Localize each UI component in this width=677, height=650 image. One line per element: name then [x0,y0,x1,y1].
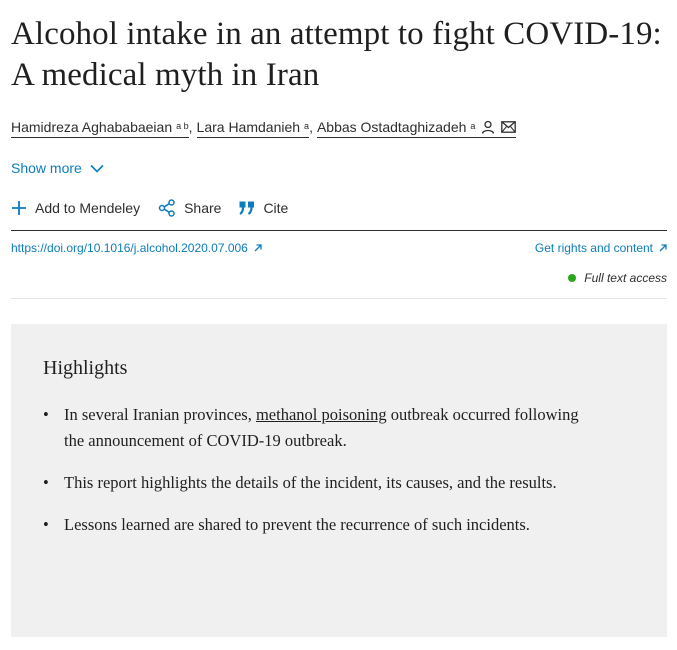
author-list: Hamidreza Aghababaeian a b , Lara Hamdan… [11,118,517,138]
article-actions: Add to Mendeley Share Cite [11,199,306,217]
doi-text: https://doi.org/10.1016/j.alcohol.2020.0… [11,241,248,255]
highlight-text: Lessons learned are shared to prevent th… [64,515,530,534]
quote-icon [239,201,255,215]
access-status: Full text access [568,271,667,285]
share-button[interactable]: Share [158,199,221,217]
external-arrow-icon [659,244,667,252]
highlight-text: This report highlights the details of th… [64,473,557,492]
author-affiliation: a [304,121,310,131]
methanol-poisoning-link[interactable]: methanol poisoning [256,405,387,424]
rights-link[interactable]: Get rights and content [535,241,667,255]
share-label: Share [184,200,222,216]
highlight-item: • In several Iranian provinces, methanol… [43,402,583,454]
author-separator: , [309,119,313,135]
chevron-down-icon [90,164,104,173]
divider [11,298,667,299]
highlights-list: • In several Iranian provinces, methanol… [43,402,583,554]
bullet: • [43,405,49,424]
article-title: Alcohol intake in an attempt to fight CO… [11,16,662,93]
author-link-1[interactable]: Hamidreza Aghababaeian a b [11,119,189,138]
highlight-item: • This report highlights the details of … [43,470,583,496]
author-link-3[interactable]: Abbas Ostadtaghizadeh a [316,118,517,138]
author-name: Lara Hamdanieh [196,119,301,135]
person-icon [481,120,495,134]
author-affiliation: a [470,121,476,131]
plus-icon [11,200,27,216]
highlight-text: In several Iranian provinces, [64,405,256,424]
divider [11,230,667,231]
envelope-icon [501,121,517,133]
add-to-mendeley-button[interactable]: Add to Mendeley [11,200,140,216]
cite-button[interactable]: Cite [239,200,288,216]
author-separator: , [188,119,193,135]
author-icons [481,120,517,134]
external-arrow-icon [254,244,262,252]
doi-link[interactable]: https://doi.org/10.1016/j.alcohol.2020.0… [11,241,262,255]
author-name: Hamidreza Aghababaeian [11,119,173,135]
cite-label: Cite [263,200,289,216]
author-link-2[interactable]: Lara Hamdanieh a [196,119,310,138]
highlight-item: • Lessons learned are shared to prevent … [43,512,583,538]
mendeley-label: Add to Mendeley [35,200,141,216]
highlights-heading: Highlights [43,357,128,379]
rights-text: Get rights and content [534,241,653,255]
show-more-label: Show more [11,160,82,176]
highlights-section: Highlights • In several Iranian province… [11,324,667,637]
author-name: Abbas Ostadtaghizadeh [316,119,467,135]
author-affiliation: a b [176,121,189,131]
share-icon [158,199,176,217]
show-more-button[interactable]: Show more [11,160,104,176]
bullet: • [43,473,49,492]
access-text: Full text access [584,271,667,285]
access-dot-icon [568,274,577,282]
bullet: • [43,515,49,534]
